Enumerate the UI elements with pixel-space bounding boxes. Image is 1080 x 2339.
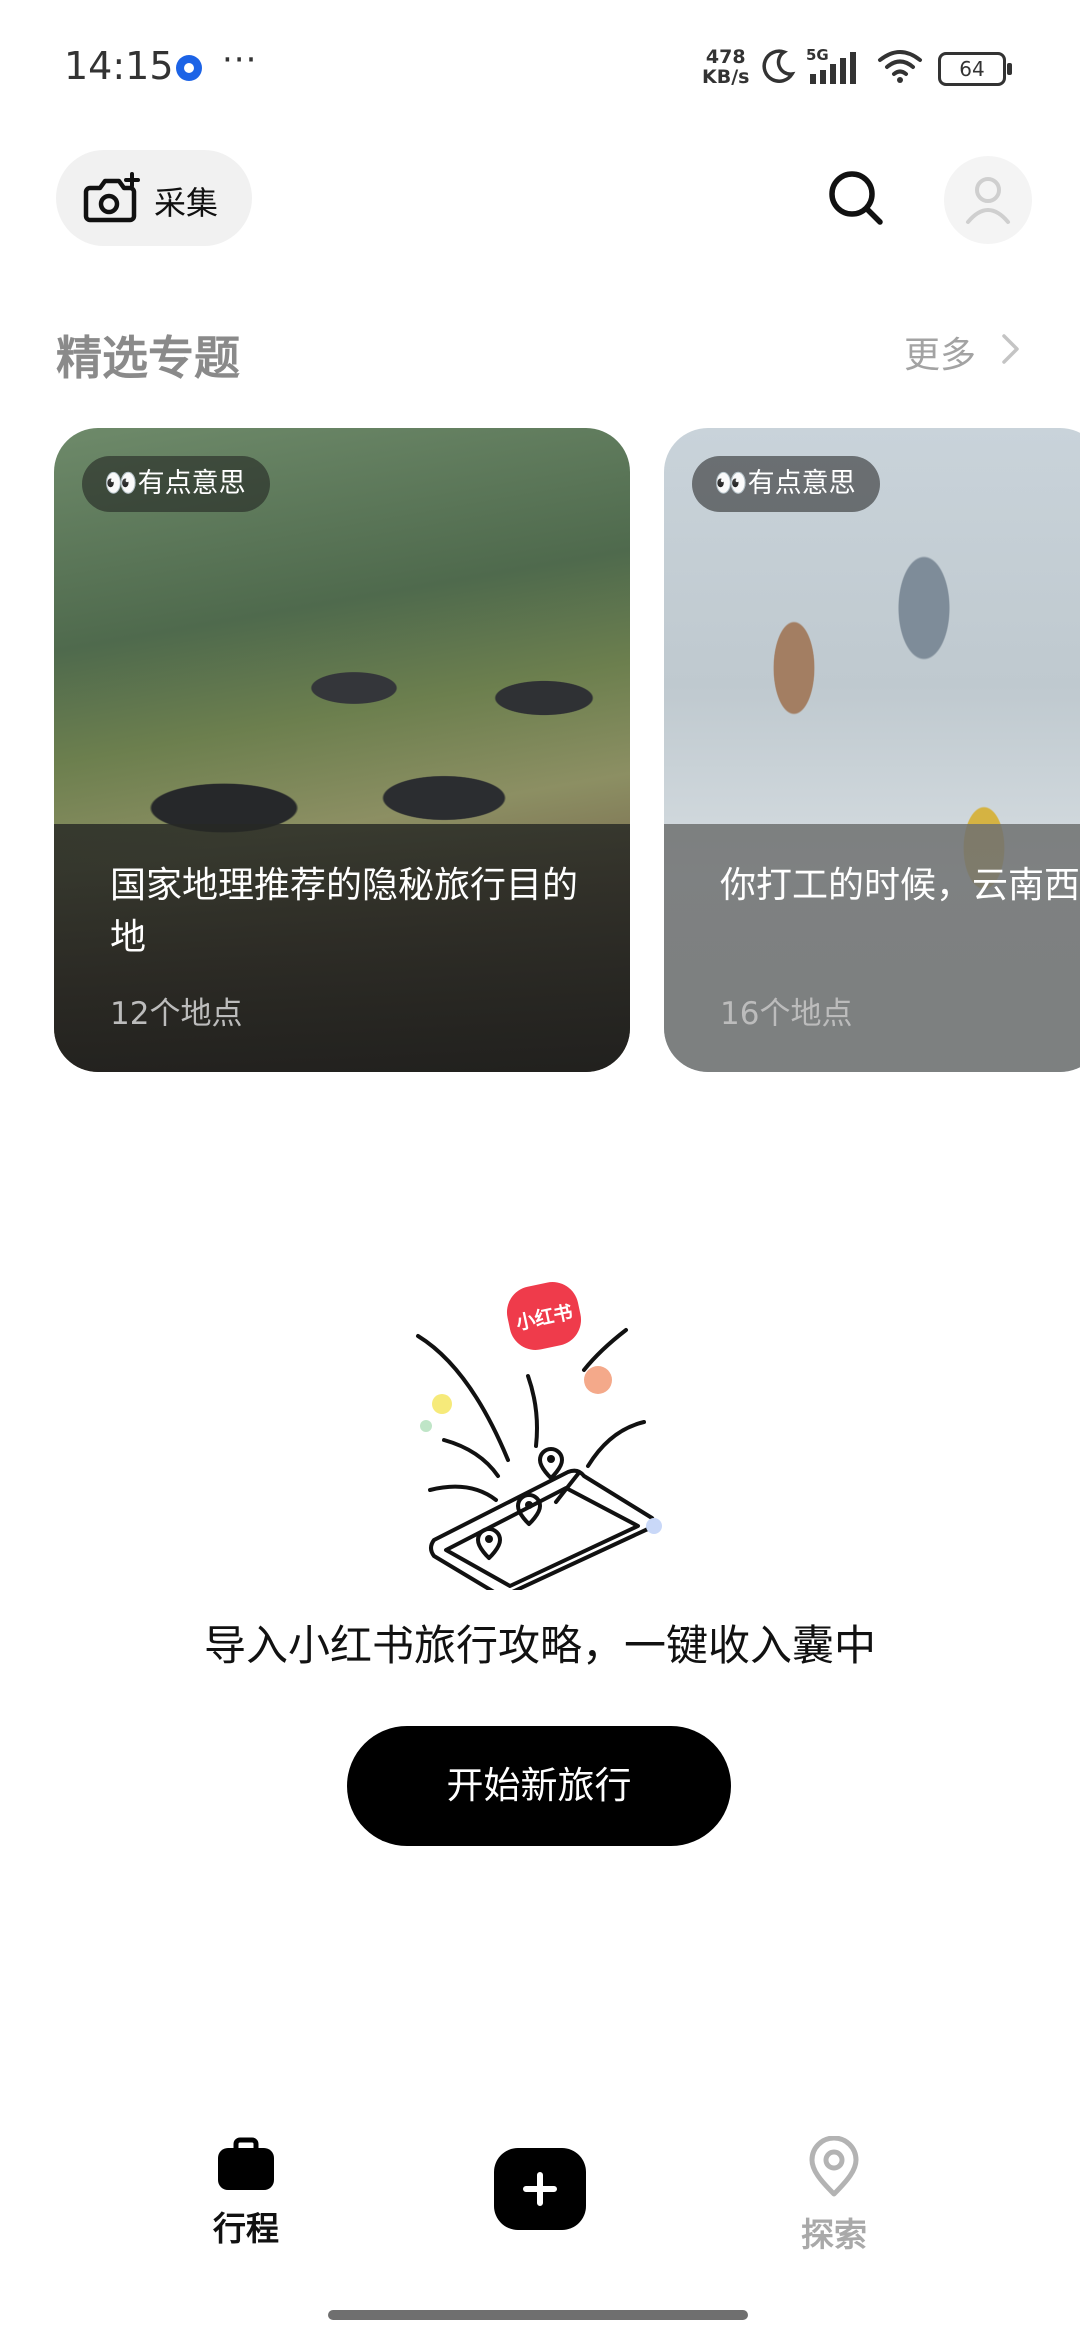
- import-message: 导入小红书旅行攻略，一键收入囊中: [203, 1621, 876, 1670]
- more-link[interactable]: 更多: [904, 326, 976, 378]
- import-illustration: 小红书: [416, 1282, 662, 1590]
- camera-add-icon: [83, 172, 140, 223]
- avatar[interactable]: [944, 156, 1032, 244]
- topic-card[interactable]: 👀有点意思 你打工的时候，云南西high起来了 16个地点: [664, 428, 1080, 1072]
- topic-tag: 👀有点意思: [692, 456, 880, 512]
- network-speed: 478 KB/s: [702, 46, 750, 88]
- topic-card-title: 你打工的时候，云南西high起来了: [720, 865, 1080, 906]
- cellular-signal-icon: 5G: [806, 46, 856, 84]
- suitcase-icon: [218, 2137, 274, 2190]
- chevron-right-icon[interactable]: [1000, 332, 1022, 366]
- battery-indicator: 64: [938, 52, 1012, 86]
- topic-tag: 👀有点意思: [82, 456, 270, 512]
- add-button[interactable]: [494, 2148, 586, 2230]
- search-icon[interactable]: [826, 168, 886, 228]
- topic-card-places: 16个地点: [720, 996, 853, 1032]
- collect-label: 采集: [154, 184, 219, 222]
- more-notifications-indicator: ···: [222, 40, 258, 80]
- home-indicator[interactable]: [328, 2310, 748, 2320]
- user-icon: [966, 177, 1010, 224]
- location-pin-icon: [809, 2135, 859, 2197]
- nav-label-trips: 行程: [213, 2209, 279, 2248]
- status-bar: 14:15 ··· 478 KB/s 5G 64: [0, 0, 1080, 130]
- wifi-icon: [878, 50, 922, 83]
- collect-button[interactable]: 采集: [56, 150, 252, 246]
- nav-label-explore: 探索: [801, 2215, 867, 2254]
- nav-tab-trips[interactable]: 行程: [176, 2136, 316, 2250]
- status-time: 14:15: [64, 44, 174, 88]
- section-title: 精选专题: [56, 331, 240, 385]
- topic-card-title: 国家地理推荐的隐秘旅行目的地: [110, 865, 579, 958]
- topic-card[interactable]: 👀有点意思 国家地理推荐的隐秘旅行目的地 12个地点: [54, 428, 630, 1072]
- start-new-trip-button[interactable]: 开始新旅行: [347, 1726, 731, 1846]
- nav-tab-explore[interactable]: 探索: [764, 2135, 904, 2256]
- network-type: 5G: [806, 46, 829, 64]
- topic-card-places: 12个地点: [110, 996, 243, 1032]
- do-not-disturb-icon: [762, 49, 796, 83]
- notification-app-icon: [176, 55, 202, 81]
- plus-icon: [523, 2172, 557, 2206]
